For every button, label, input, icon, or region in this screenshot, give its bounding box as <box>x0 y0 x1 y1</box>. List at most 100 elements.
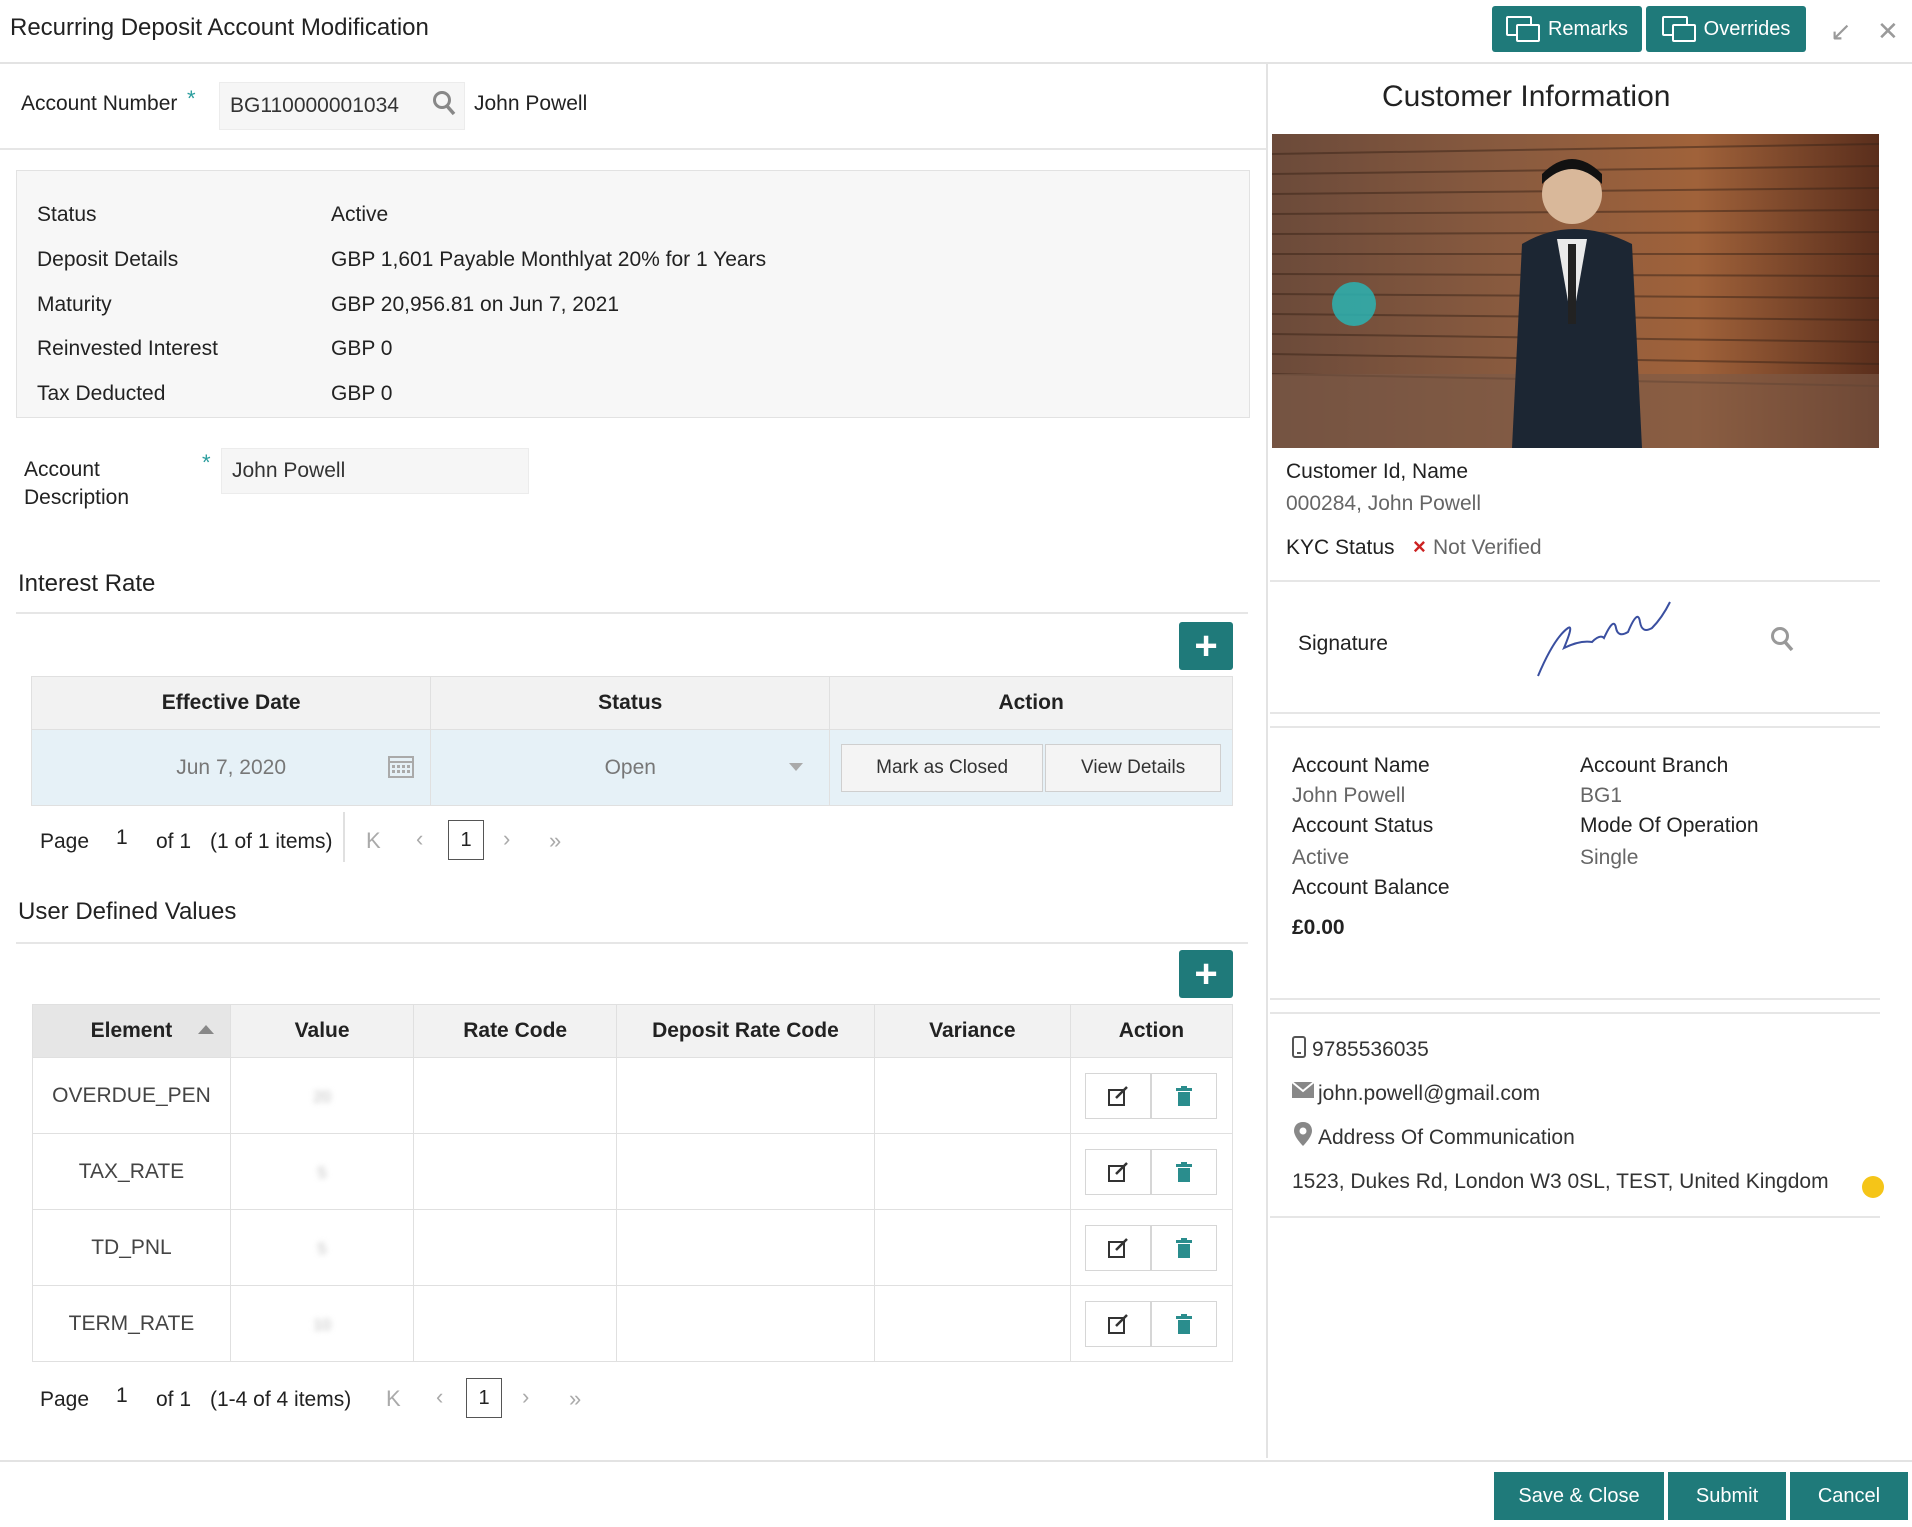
signature-zoom-icon[interactable] <box>1770 626 1794 657</box>
signature-image <box>1534 598 1674 687</box>
chat-icon <box>1505 16 1540 42</box>
deposit-rate-code-cell[interactable] <box>616 1057 875 1134</box>
phone-icon <box>1292 1036 1306 1063</box>
pager-page-label: Page <box>40 1388 90 1411</box>
value-cell[interactable]: 10 <box>229 1285 415 1362</box>
value-cell[interactable]: 20 <box>229 1057 415 1134</box>
pager-items-text: (1 of 1 items) <box>210 830 333 853</box>
first-page-icon[interactable]: K <box>386 1386 401 1412</box>
table-row[interactable]: Jun 7, 2020 Open Mark as Closed View Det… <box>30 729 1233 806</box>
save-and-close-button[interactable]: Save & Close <box>1494 1472 1664 1520</box>
edit-button[interactable] <box>1085 1148 1152 1195</box>
deposit-rate-code-cell[interactable] <box>616 1285 875 1362</box>
variance-cell[interactable] <box>873 1057 1071 1134</box>
submit-button[interactable]: Submit <box>1668 1472 1786 1520</box>
account-status-value: Active <box>1292 846 1350 869</box>
next-page-icon[interactable]: › <box>503 826 510 852</box>
first-page-icon[interactable]: K <box>366 828 381 854</box>
account-description-input[interactable]: John Powell <box>221 448 529 494</box>
rate-code-cell[interactable] <box>413 1057 618 1134</box>
variance-cell[interactable] <box>873 1133 1071 1210</box>
divider <box>0 148 1266 150</box>
kyc-status-value: Not Verified <box>1433 536 1542 559</box>
column-header-element[interactable]: Element <box>32 1004 231 1058</box>
calendar-icon[interactable] <box>388 754 415 784</box>
delete-button[interactable] <box>1151 1148 1218 1195</box>
add-udv-button[interactable]: + <box>1179 950 1233 998</box>
edit-button[interactable] <box>1085 1300 1152 1347</box>
current-page-box[interactable]: 1 <box>448 820 484 860</box>
signature-card: Signature <box>1270 580 1880 714</box>
table-row[interactable]: TD_PNL 5 <box>32 1209 1234 1286</box>
prev-page-icon[interactable]: ‹ <box>436 1384 443 1410</box>
value-cell[interactable]: 5 <box>229 1133 415 1210</box>
table-row[interactable]: TAX_RATE 5 <box>32 1133 1234 1210</box>
summary-value: GBP 20,956.81 on Jun 7, 2021 <box>331 293 620 316</box>
rate-code-cell[interactable] <box>413 1209 618 1286</box>
summary-label: Deposit Details <box>37 248 179 271</box>
close-icon[interactable]: ✕ <box>1877 16 1899 47</box>
column-header[interactable]: Effective Date <box>30 676 432 730</box>
variance-cell[interactable] <box>873 1285 1071 1362</box>
column-header[interactable]: Variance <box>873 1004 1071 1058</box>
search-icon[interactable] <box>432 90 456 121</box>
address-value: 1523, Dukes Rd, London W3 0SL, TEST, Uni… <box>1292 1170 1829 1193</box>
pager-of-text: of 1 <box>156 1388 192 1411</box>
next-page-icon[interactable]: › <box>522 1384 529 1410</box>
minimize-icon[interactable]: ↙ <box>1830 16 1852 47</box>
variance-cell[interactable] <box>873 1209 1071 1286</box>
last-page-icon[interactable]: » <box>569 1386 581 1412</box>
delete-button[interactable] <box>1151 1300 1218 1347</box>
table-row[interactable]: TERM_RATE 10 <box>32 1285 1234 1362</box>
pager-page-input[interactable]: 1 <box>116 826 128 850</box>
column-header[interactable]: Status <box>430 676 831 730</box>
value-cell[interactable]: 5 <box>229 1209 415 1286</box>
column-header[interactable]: Rate Code <box>413 1004 618 1058</box>
account-number-input[interactable]: BG110000001034 <box>219 82 465 130</box>
delete-button[interactable] <box>1151 1224 1218 1271</box>
column-header[interactable]: Action <box>829 676 1233 730</box>
effective-date-cell[interactable]: Jun 7, 2020 <box>30 729 432 806</box>
value-text: 5 <box>317 1164 327 1182</box>
column-header[interactable]: Action <box>1069 1004 1234 1058</box>
prev-page-icon[interactable]: ‹ <box>416 826 423 852</box>
summary-label: Maturity <box>37 293 112 316</box>
rate-code-cell[interactable] <box>413 1285 618 1362</box>
mark-as-closed-button[interactable]: Mark as Closed <box>841 743 1044 792</box>
view-details-button[interactable]: View Details <box>1045 743 1222 792</box>
account-branch-label: Account Branch <box>1580 754 1729 777</box>
chat-icon <box>1661 16 1696 42</box>
rate-code-cell[interactable] <box>413 1133 618 1210</box>
address-label: Address Of Communication <box>1318 1126 1575 1149</box>
overrides-button[interactable]: Overrides <box>1646 6 1806 52</box>
pager-page-input[interactable]: 1 <box>116 1384 128 1408</box>
status-dropdown[interactable]: Open <box>430 729 831 806</box>
interest-rate-title: Interest Rate <box>18 570 156 597</box>
remarks-button[interactable]: Remarks <box>1492 6 1642 52</box>
current-page-box[interactable]: 1 <box>466 1378 502 1418</box>
page-title: Recurring Deposit Account Modification <box>10 14 429 41</box>
column-header[interactable]: Deposit Rate Code <box>616 1004 875 1058</box>
deposit-rate-code-cell[interactable] <box>616 1209 875 1286</box>
add-interest-rate-button[interactable]: + <box>1179 622 1233 670</box>
location-pin-icon <box>1294 1122 1312 1151</box>
account-description-label-line2: Description <box>24 486 130 509</box>
element-cell: TAX_RATE <box>32 1133 231 1210</box>
edit-button[interactable] <box>1085 1072 1152 1119</box>
edit-button[interactable] <box>1085 1224 1152 1271</box>
column-header[interactable]: Value <box>229 1004 415 1058</box>
table-row[interactable]: OVERDUE_PEN 20 <box>32 1057 1234 1134</box>
email-value: john.powell@gmail.com <box>1318 1082 1541 1105</box>
sort-ascending-icon[interactable] <box>197 1025 214 1034</box>
action-cell <box>1069 1209 1234 1286</box>
deposit-rate-code-cell[interactable] <box>616 1133 875 1210</box>
kyc-cross-icon: × <box>1413 534 1426 559</box>
effective-date-value: Jun 7, 2020 <box>176 755 287 779</box>
delete-button[interactable] <box>1151 1072 1218 1119</box>
cancel-button[interactable]: Cancel <box>1790 1472 1908 1520</box>
email-icon <box>1291 1081 1315 1103</box>
pager-page-label: Page <box>40 830 90 853</box>
trash-icon <box>1176 1237 1193 1258</box>
interest-rate-table: Effective Date Status Action Jun 7, 2020… <box>30 676 1233 806</box>
last-page-icon[interactable]: » <box>549 828 561 854</box>
